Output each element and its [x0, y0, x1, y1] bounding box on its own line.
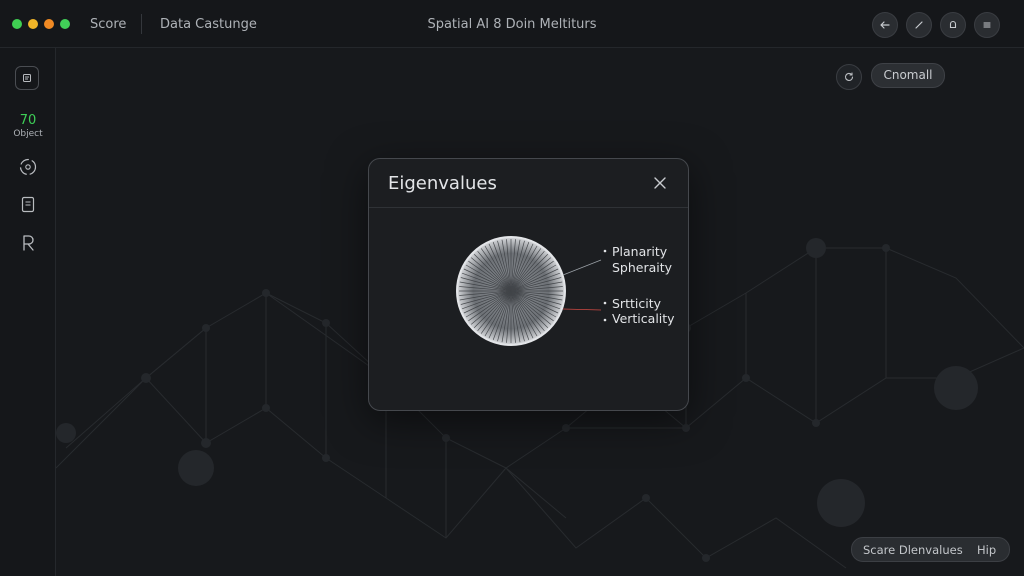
object-label: Object [13, 129, 43, 139]
refresh-button[interactable] [836, 64, 862, 90]
eigenvalues-dialog: Eigenvalues Planarity Spheraity Srtticit… [368, 158, 689, 411]
r-glyph-icon [23, 235, 34, 251]
pencil-icon [915, 21, 923, 29]
leader-line-scatter [562, 308, 602, 311]
left-sidebar: 70 Object [0, 48, 56, 576]
label-verticality: Verticality [612, 311, 675, 326]
help-button[interactable]: Hip [977, 543, 996, 557]
close-icon[interactable] [651, 174, 669, 192]
sidebar-item-r[interactable] [17, 232, 39, 254]
menu-icon [983, 22, 991, 28]
sidebar-item-clipboard[interactable] [17, 193, 39, 215]
bell-icon [949, 20, 957, 29]
back-arrow-icon [880, 21, 890, 29]
box-icon [23, 74, 31, 82]
leader-line-planarity [562, 259, 602, 276]
object-count: 70 [19, 113, 37, 128]
refresh-icon [845, 72, 854, 81]
back-button[interactable] [872, 12, 898, 38]
title-bar: Score Data Castunge Spatial AI 8 Doin Me… [0, 0, 1024, 48]
score-eigenvalues-button[interactable]: Scare Dlenvalues [863, 543, 963, 557]
menu-button[interactable] [974, 12, 1000, 38]
label-scatter: Srtticity [612, 296, 661, 311]
label-planarity: Planarity [612, 244, 668, 259]
notification-button[interactable] [940, 12, 966, 38]
clipboard-icon [21, 196, 35, 213]
app-window: Score Data Castunge Spatial AI 8 Doin Me… [0, 0, 1024, 576]
sidebar-box-button[interactable] [15, 66, 39, 90]
sidebar-item-target[interactable] [17, 156, 39, 178]
target-icon [19, 158, 37, 176]
toolbar-buttons [872, 12, 1000, 38]
window-title: Spatial AI 8 Doin Meltiturs [427, 17, 597, 32]
mode-button[interactable]: Cnomall [871, 63, 945, 88]
edit-button[interactable] [906, 12, 932, 38]
label-sphericity: Spheraity [612, 260, 673, 275]
bottom-actions: Scare Dlenvalues Hip [851, 537, 1010, 562]
dialog-title: Eigenvalues [388, 173, 497, 194]
